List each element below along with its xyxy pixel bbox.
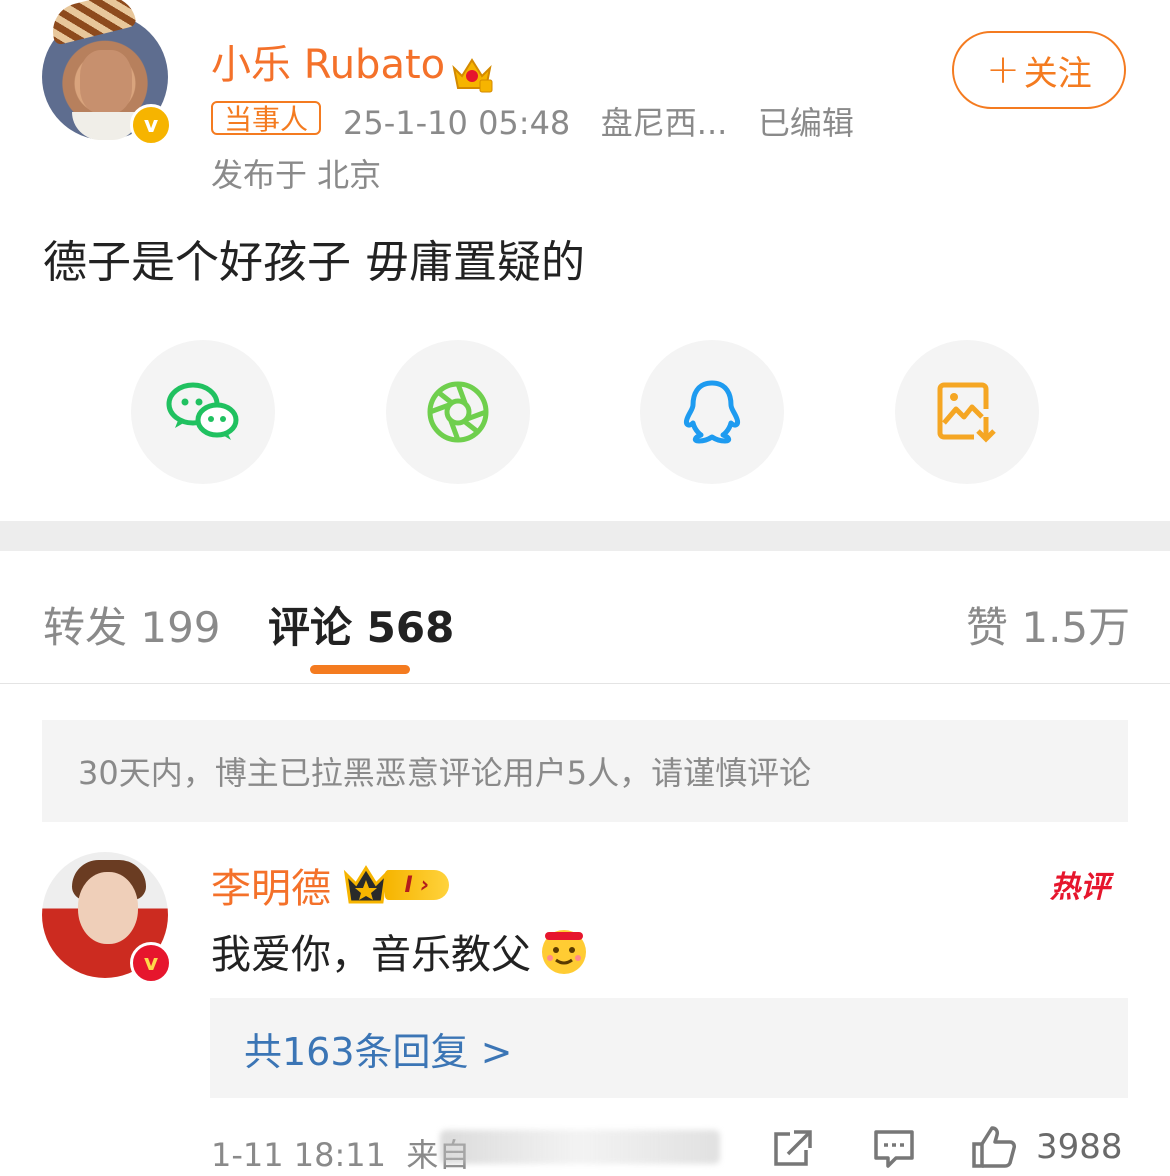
comment-meta: 1-11 18:11 来自 bbox=[211, 1130, 470, 1176]
vip-level-badge: I › bbox=[343, 864, 449, 906]
share-moments-button[interactable] bbox=[386, 340, 530, 484]
vip-crown-icon bbox=[450, 54, 493, 94]
qq-icon bbox=[684, 380, 740, 444]
share-wechat-button[interactable] bbox=[131, 340, 275, 484]
party-tag: 当事人 bbox=[211, 101, 321, 136]
reply-comment-button[interactable] bbox=[872, 1128, 916, 1174]
save-image-button[interactable] bbox=[895, 340, 1039, 484]
active-tab-indicator bbox=[310, 665, 410, 674]
section-divider bbox=[0, 521, 1170, 551]
post-source[interactable]: 盘尼西... bbox=[601, 104, 728, 142]
follow-button[interactable]: + 关注 bbox=[952, 31, 1126, 109]
comment-icon bbox=[874, 1130, 914, 1168]
moments-icon bbox=[427, 381, 489, 443]
share-qq-button[interactable] bbox=[640, 340, 784, 484]
like-comment-button[interactable]: 3988 bbox=[970, 1124, 1123, 1170]
author-name[interactable]: 小乐 Rubato bbox=[211, 42, 445, 88]
save-image-icon bbox=[937, 382, 996, 443]
moderation-notice: 30天内，博主已拉黑恶意评论用户5人，请谨慎评论 bbox=[42, 720, 1128, 822]
tab-comments[interactable]: 评论 568 bbox=[268, 594, 454, 655]
tab-divider bbox=[0, 683, 1170, 684]
post-meta: 25-1-10 05:48 盘尼西... 已编辑 bbox=[343, 98, 854, 144]
post-content: 德子是个好孩子 毋庸置疑的 bbox=[43, 237, 585, 288]
plus-icon: + bbox=[986, 47, 1020, 93]
comment-body: 我爱你，音乐教父 bbox=[211, 922, 591, 980]
wechat-icon bbox=[166, 382, 239, 440]
like-count: 3988 bbox=[1036, 1127, 1123, 1167]
share-external-icon bbox=[774, 1130, 812, 1166]
vip-crown-icon bbox=[343, 865, 389, 904]
post-location: 发布于 北京 bbox=[211, 156, 382, 194]
author-name-row: 小乐 Rubato bbox=[211, 32, 493, 94]
avatar-hat bbox=[46, 0, 138, 46]
post-edited[interactable]: 已编辑 bbox=[758, 104, 854, 142]
vip-level-text: I bbox=[404, 872, 413, 898]
tab-likes[interactable]: 赞 1.5万 bbox=[966, 594, 1130, 655]
verified-badge-icon: v bbox=[130, 942, 172, 984]
redacted-source bbox=[440, 1130, 720, 1164]
comment-author-name[interactable]: 李明德 bbox=[211, 856, 331, 914]
salute-emoji-icon bbox=[537, 922, 591, 980]
avatar-face bbox=[80, 50, 132, 114]
tab-repost[interactable]: 转发 199 bbox=[43, 594, 221, 655]
view-replies-link[interactable]: 共163条回复 > bbox=[210, 998, 1128, 1098]
comment-time: 1-11 18:11 bbox=[211, 1136, 387, 1174]
avatar-head bbox=[78, 872, 138, 944]
share-comment-button[interactable] bbox=[772, 1128, 814, 1172]
thumbs-up-icon bbox=[972, 1126, 1016, 1168]
comment-text: 我爱你，音乐教父 bbox=[211, 932, 531, 978]
verified-badge-icon: v bbox=[130, 104, 172, 146]
follow-label: 关注 bbox=[1023, 53, 1092, 94]
comment-author-row: 李明德 I › bbox=[211, 856, 449, 914]
hot-comment-badge: 热评 bbox=[1050, 870, 1110, 905]
post-timestamp: 25-1-10 05:48 bbox=[343, 104, 571, 142]
